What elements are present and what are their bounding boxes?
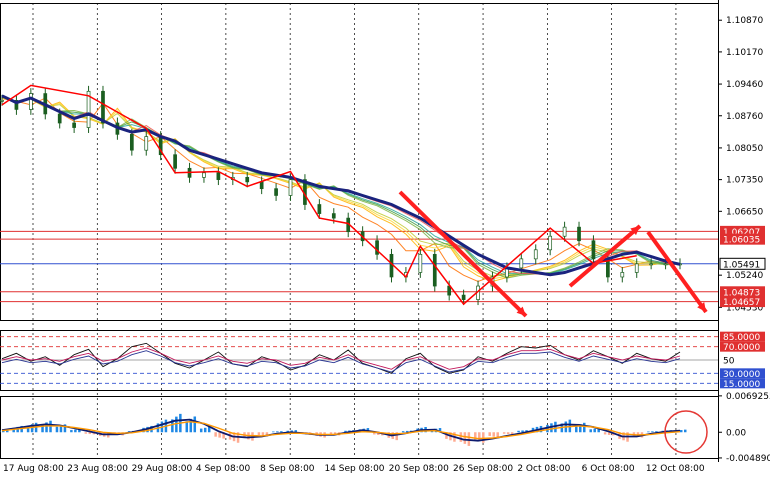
hist-bar bbox=[463, 432, 467, 444]
x-tick-label: 6 Oct 08:00 bbox=[582, 464, 635, 474]
candle-body bbox=[533, 249, 538, 260]
time-axis: 17 Aug 08:00 23 Aug 08:00 29 Aug 08:00 4 Se… bbox=[3, 464, 705, 474]
candle-body bbox=[72, 122, 76, 128]
hist-bar bbox=[589, 429, 592, 433]
x-tick-label: 29 Aug 08:00 bbox=[132, 464, 193, 474]
candle-body bbox=[274, 188, 278, 196]
hist-bar bbox=[218, 432, 221, 438]
candle-body bbox=[101, 90, 105, 124]
hist-bar bbox=[593, 428, 596, 433]
y-tick-label: 1.09460 bbox=[726, 80, 763, 90]
x-tick-label: 4 Sep 08:00 bbox=[196, 464, 251, 474]
candle-body bbox=[577, 226, 581, 242]
hist-bar bbox=[193, 416, 197, 433]
candle-body bbox=[461, 294, 466, 300]
hist-bar bbox=[70, 430, 73, 433]
trading-chart[interactable]: 1.10870 1.10170 1.09460 1.08760 1.08050 1.073… bbox=[0, 0, 770, 475]
hist-bar bbox=[84, 432, 88, 434]
hist-bar bbox=[506, 432, 510, 435]
candle-body bbox=[432, 253, 437, 287]
osc-level-label: 70.0000 bbox=[723, 343, 760, 353]
hist-bar bbox=[684, 429, 687, 433]
x-tick-label: 14 Sep 08:00 bbox=[324, 464, 384, 474]
candle-body bbox=[144, 136, 149, 151]
hist-y-tick-label: 0.00 bbox=[726, 428, 746, 438]
candle-body bbox=[548, 235, 553, 251]
y-tick-label: 1.10170 bbox=[726, 48, 763, 58]
candle-body bbox=[649, 263, 653, 266]
candle-body bbox=[418, 253, 423, 273]
y-tick-label: 1.10870 bbox=[726, 16, 763, 26]
hist-bar bbox=[603, 432, 607, 435]
hist-bar bbox=[401, 431, 405, 433]
level-label: 1.04657 bbox=[723, 298, 760, 308]
chart-svg: 1.10870 1.10170 1.09460 1.08760 1.08050 1.073… bbox=[0, 0, 770, 475]
hist-bar bbox=[680, 430, 683, 433]
hist-bar bbox=[651, 431, 654, 433]
hist-bar bbox=[55, 426, 59, 433]
candle-body bbox=[519, 258, 524, 269]
hist-bar bbox=[214, 432, 217, 437]
hist-bar bbox=[74, 429, 77, 433]
candle-body bbox=[202, 172, 206, 178]
hist-bar bbox=[459, 432, 463, 442]
candle-body bbox=[317, 204, 322, 214]
candle-body bbox=[591, 240, 596, 260]
candle-body bbox=[663, 263, 668, 266]
x-tick-label: 2 Oct 08:00 bbox=[517, 464, 570, 474]
y-tick-label: 1.05240 bbox=[726, 271, 763, 281]
x-tick-label: 8 Sep 08:00 bbox=[260, 464, 315, 474]
osc-level-label: 50 bbox=[723, 357, 735, 367]
x-tick-label: 12 Oct 08:00 bbox=[646, 464, 705, 474]
hist-bar bbox=[502, 432, 506, 434]
candle-body bbox=[259, 181, 264, 190]
hist-bar bbox=[488, 432, 491, 436]
y-tick-label: 1.06650 bbox=[726, 207, 763, 217]
candle-body bbox=[331, 213, 336, 219]
candle-body bbox=[288, 179, 293, 196]
hist-bar bbox=[0, 430, 1, 433]
candle-body bbox=[216, 172, 221, 180]
hist-bar bbox=[257, 432, 261, 436]
candle-body bbox=[634, 263, 639, 273]
hist-bar bbox=[276, 431, 279, 433]
candle-body bbox=[0, 100, 4, 102]
x-tick-label: 17 Aug 08:00 bbox=[3, 464, 64, 474]
hist-bar bbox=[492, 432, 495, 437]
hist-bar bbox=[272, 431, 275, 433]
candle-body bbox=[620, 272, 625, 278]
level-label: 1.06035 bbox=[723, 236, 760, 246]
candle-body bbox=[173, 154, 177, 169]
hist-bar bbox=[280, 431, 283, 433]
price-axis: 1.10870 1.10170 1.09460 1.08760 1.08050 1.073… bbox=[718, 16, 770, 464]
candle-body bbox=[57, 113, 62, 124]
y-tick-label: 1.08050 bbox=[726, 144, 763, 154]
osc-level-label: 15.0000 bbox=[723, 380, 760, 390]
hist-bar bbox=[199, 428, 203, 433]
x-tick-label: 20 Sep 08:00 bbox=[389, 464, 449, 474]
candle-body bbox=[129, 133, 134, 151]
hist-bar bbox=[203, 427, 207, 433]
candle-body bbox=[29, 93, 33, 110]
x-tick-label: 23 Aug 08:00 bbox=[67, 464, 128, 474]
candle-body bbox=[375, 240, 379, 255]
hist-y-tick-label: 0.0069255 bbox=[726, 392, 770, 402]
y-tick-label: 1.08760 bbox=[726, 112, 763, 122]
y-tick-label: 1.07350 bbox=[726, 176, 763, 186]
level-label: 1.05491 bbox=[723, 260, 760, 270]
hist-bar bbox=[583, 422, 586, 433]
hist-bar bbox=[517, 430, 520, 433]
candle-body bbox=[389, 253, 394, 278]
candle-body bbox=[245, 177, 250, 183]
hist-y-tick-label: -0.004890 bbox=[726, 454, 770, 464]
hist-bar bbox=[482, 432, 485, 443]
candle-body bbox=[562, 226, 567, 237]
x-tick-label: 26 Sep 08:00 bbox=[453, 464, 513, 474]
hist-bar bbox=[647, 431, 650, 433]
